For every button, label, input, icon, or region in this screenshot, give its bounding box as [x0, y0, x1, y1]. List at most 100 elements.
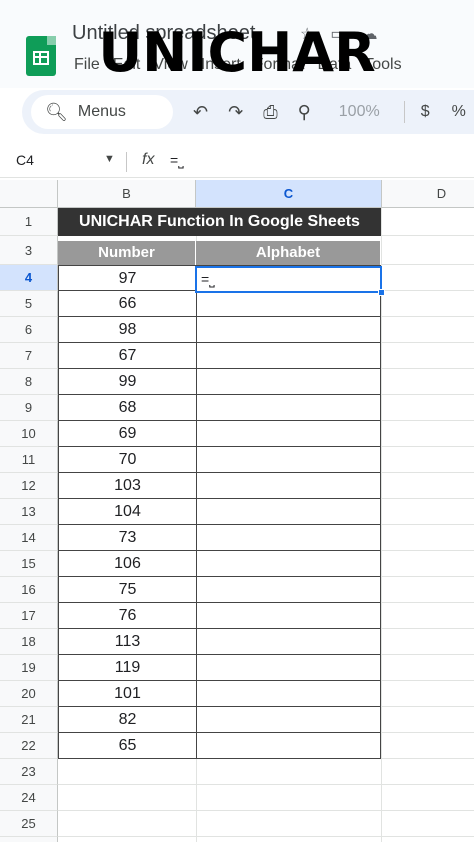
menus-search-label: Menus [77, 103, 126, 120]
number-cell[interactable]: 69 [59, 421, 197, 446]
table-row: 75 [58, 577, 381, 603]
table-row: 69 [58, 421, 381, 447]
row-header-4[interactable]: 4 [0, 265, 58, 291]
row-header-9[interactable]: 9 [0, 395, 58, 421]
alphabet-cell[interactable] [197, 655, 382, 680]
row-header-12[interactable]: 12 [0, 473, 58, 499]
undo-icon[interactable]: ↶ [193, 102, 208, 123]
row-header-3[interactable]: 3 [0, 236, 58, 265]
alphabet-cell[interactable] [197, 447, 382, 472]
column-header-b[interactable]: B [58, 180, 196, 208]
number-cell[interactable]: 113 [59, 629, 197, 654]
row-header-11[interactable]: 11 [0, 447, 58, 473]
row-header-18[interactable]: 18 [0, 629, 58, 655]
alphabet-cell[interactable] [197, 473, 382, 498]
row-header-6[interactable]: 6 [0, 317, 58, 343]
number-cell[interactable]: 70 [59, 447, 197, 472]
alphabet-cell[interactable] [197, 681, 382, 706]
row-header-14[interactable]: 14 [0, 525, 58, 551]
number-cell[interactable]: 68 [59, 395, 197, 420]
gridline [58, 784, 474, 785]
toolbar-divider [403, 101, 405, 123]
column-header-d[interactable]: D [382, 180, 474, 208]
number-cell[interactable]: 104 [59, 499, 197, 524]
print-icon[interactable]: ⎙ [263, 102, 277, 123]
row-header-21[interactable]: 21 [0, 707, 58, 733]
alphabet-cell[interactable] [197, 317, 382, 342]
alphabet-cell[interactable] [197, 369, 382, 394]
alphabet-cell[interactable] [197, 733, 382, 758]
sheet-title-cell[interactable]: UNICHAR Function In Google Sheets [58, 208, 381, 236]
gridline [58, 836, 474, 837]
alphabet-cell[interactable] [197, 421, 382, 446]
number-cell[interactable]: 99 [59, 369, 197, 394]
row-header-22[interactable]: 22 [0, 733, 58, 759]
number-cell[interactable]: 119 [59, 655, 197, 680]
redo-icon[interactable]: ↷ [228, 102, 243, 123]
alphabet-cell[interactable] [197, 291, 382, 316]
active-cell-c4[interactable]: =⎵ [195, 266, 385, 296]
percent-format-button[interactable]: % [452, 103, 466, 121]
caret-down-icon[interactable]: ▼ [104, 153, 115, 165]
number-cell[interactable]: 103 [59, 473, 197, 498]
number-cell[interactable]: 97 [59, 266, 197, 291]
number-cell[interactable]: 67 [59, 343, 197, 368]
gridline [58, 810, 474, 811]
row-header-7[interactable]: 7 [0, 343, 58, 369]
row-header-24[interactable]: 24 [0, 785, 58, 811]
row-header-15[interactable]: 15 [0, 551, 58, 577]
select-all-corner[interactable] [0, 180, 58, 208]
number-cell[interactable]: 66 [59, 291, 197, 316]
currency-format-button[interactable]: $ [421, 103, 430, 121]
alphabet-cell[interactable] [197, 603, 382, 628]
row-header-13[interactable]: 13 [0, 499, 58, 525]
search-icon: 🔍︎ [45, 101, 68, 122]
number-cell[interactable]: 101 [59, 681, 197, 706]
number-cell[interactable]: 106 [59, 551, 197, 576]
number-cell[interactable]: 82 [59, 707, 197, 732]
number-cell[interactable]: 75 [59, 577, 197, 602]
row-header-20[interactable]: 20 [0, 681, 58, 707]
column-header-c[interactable]: C [196, 180, 382, 208]
toolbar: 🔍︎ Menus ↶ ↷ ⎙ ⚲ 100% $ % [22, 90, 474, 134]
alphabet-cell[interactable] [197, 525, 382, 550]
sheet-grid[interactable]: B C D 1 3 4 5 6 7 8 9 10 11 12 13 14 15 16 17 18 19 20 21 22… [0, 180, 474, 842]
number-cell[interactable]: 73 [59, 525, 197, 550]
zoom-select[interactable]: 100% [339, 103, 380, 121]
alphabet-cell[interactable] [197, 499, 382, 524]
menus-search-button[interactable]: 🔍︎ Menus [31, 95, 173, 129]
row-header-10[interactable]: 10 [0, 421, 58, 447]
row-header-1[interactable]: 1 [0, 208, 58, 236]
row-header-8[interactable]: 8 [0, 369, 58, 395]
formula-input[interactable]: =⎵ [170, 152, 184, 169]
alphabet-cell[interactable] [197, 707, 382, 732]
number-cell[interactable]: 65 [59, 733, 197, 758]
table-row: 67 [58, 343, 381, 369]
alphabet-cell[interactable] [197, 629, 382, 654]
row-header-23[interactable]: 23 [0, 759, 58, 785]
number-cell[interactable]: 76 [59, 603, 197, 628]
alphabet-header-cell[interactable]: Alphabet [196, 241, 381, 265]
alphabet-cell[interactable] [197, 395, 382, 420]
table-row: 73 [58, 525, 381, 551]
formula-bar-divider [126, 152, 127, 172]
fx-icon: fx [142, 151, 155, 168]
number-header-cell[interactable]: Number [58, 241, 196, 265]
alphabet-cell[interactable] [197, 551, 382, 576]
row-header-16[interactable]: 16 [0, 577, 58, 603]
table-row: 66 [58, 291, 381, 317]
alphabet-cell[interactable] [197, 343, 382, 368]
name-box[interactable]: C4 [16, 152, 34, 168]
number-cell[interactable]: 98 [59, 317, 197, 342]
row-header-19[interactable]: 19 [0, 655, 58, 681]
alphabet-cell[interactable] [197, 577, 382, 602]
row-header-17[interactable]: 17 [0, 603, 58, 629]
table-row: 98 [58, 317, 381, 343]
row-header-25[interactable]: 25 [0, 811, 58, 837]
row-header-5[interactable]: 5 [0, 291, 58, 317]
row-header-26[interactable]: 26 [0, 837, 58, 842]
table-row: 76 [58, 603, 381, 629]
table-row: 103 [58, 473, 381, 499]
fill-handle[interactable] [378, 289, 385, 296]
paint-format-icon[interactable]: ⚲ [298, 102, 311, 123]
